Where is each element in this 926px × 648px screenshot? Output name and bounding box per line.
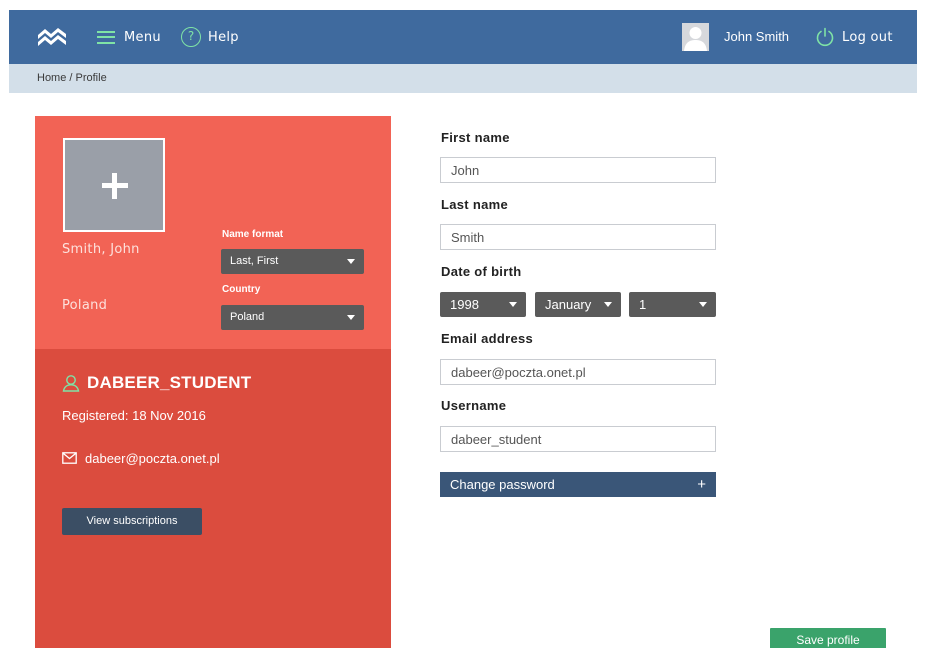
change-password-toggle[interactable]: Change password + bbox=[440, 472, 716, 497]
username-label: Username bbox=[441, 398, 507, 413]
caret-down-icon bbox=[347, 259, 355, 264]
caret-down-icon bbox=[604, 302, 612, 307]
caret-down-icon bbox=[347, 315, 355, 320]
dob-year-value: 1998 bbox=[450, 297, 479, 312]
dob-month-select[interactable]: January bbox=[535, 292, 621, 317]
breadcrumb-text[interactable]: Home / Profile bbox=[37, 72, 107, 84]
country-label: Country bbox=[222, 284, 261, 295]
email-input[interactable] bbox=[440, 359, 716, 385]
profile-card-header: Smith, John Poland Name format Last, Fir… bbox=[35, 116, 391, 349]
username-heading: DABEER_STUDENT bbox=[87, 373, 252, 392]
power-icon bbox=[816, 27, 834, 47]
top-nav-bar: Menu ? Help John Smith Log out bbox=[9, 10, 917, 64]
dob-day-select[interactable]: 1 bbox=[629, 292, 716, 317]
logout-button[interactable]: Log out bbox=[815, 26, 893, 48]
user-name[interactable]: John Smith bbox=[724, 29, 789, 44]
last-name-input[interactable] bbox=[440, 224, 716, 250]
plus-icon: + bbox=[697, 476, 706, 493]
name-format-value: Last, First bbox=[230, 255, 279, 267]
name-format-label: Name format bbox=[222, 229, 284, 240]
country-text: Poland bbox=[62, 298, 108, 313]
name-format-select[interactable]: Last, First bbox=[221, 249, 364, 274]
caret-down-icon bbox=[509, 302, 517, 307]
user-icon bbox=[62, 375, 80, 392]
dob-day-value: 1 bbox=[639, 297, 647, 312]
last-name-label: Last name bbox=[441, 197, 509, 212]
breadcrumb: Home / Profile bbox=[9, 64, 917, 93]
avatar-icon[interactable] bbox=[682, 23, 709, 51]
email-label: Email address bbox=[441, 331, 534, 346]
view-subscriptions-button[interactable]: View subscriptions bbox=[62, 508, 202, 535]
email-text: dabeer@poczta.onet.pl bbox=[85, 450, 220, 466]
country-value: Poland bbox=[230, 311, 265, 323]
logo-icon[interactable] bbox=[37, 26, 67, 48]
dob-month-value: January bbox=[545, 297, 592, 312]
logout-label: Log out bbox=[842, 29, 893, 45]
menu-label: Menu bbox=[124, 29, 161, 45]
menu-icon bbox=[97, 30, 115, 44]
profile-card-details: DABEER_STUDENT Registered: 18 Nov 2016 d… bbox=[35, 349, 391, 648]
change-password-label: Change password bbox=[450, 477, 555, 492]
save-profile-button[interactable]: Save profile bbox=[770, 628, 886, 648]
dob-label: Date of birth bbox=[441, 264, 522, 279]
menu-button[interactable]: Menu bbox=[97, 27, 161, 47]
email-line: dabeer@poczta.onet.pl bbox=[62, 450, 220, 466]
country-select[interactable]: Poland bbox=[221, 305, 364, 330]
account-username: DABEER_STUDENT bbox=[62, 372, 251, 394]
first-name-input[interactable] bbox=[440, 157, 716, 183]
first-name-label: First name bbox=[441, 130, 510, 145]
help-label: Help bbox=[208, 29, 239, 45]
caret-down-icon bbox=[699, 302, 707, 307]
dob-year-select[interactable]: 1998 bbox=[440, 292, 526, 317]
help-icon: ? bbox=[181, 27, 201, 47]
help-button[interactable]: ? Help bbox=[181, 26, 239, 48]
username-input[interactable] bbox=[440, 426, 716, 452]
display-name: Smith, John bbox=[62, 242, 140, 257]
mail-icon bbox=[62, 452, 77, 464]
registered-date: Registered: 18 Nov 2016 bbox=[62, 408, 206, 423]
add-photo-button[interactable] bbox=[63, 138, 165, 232]
